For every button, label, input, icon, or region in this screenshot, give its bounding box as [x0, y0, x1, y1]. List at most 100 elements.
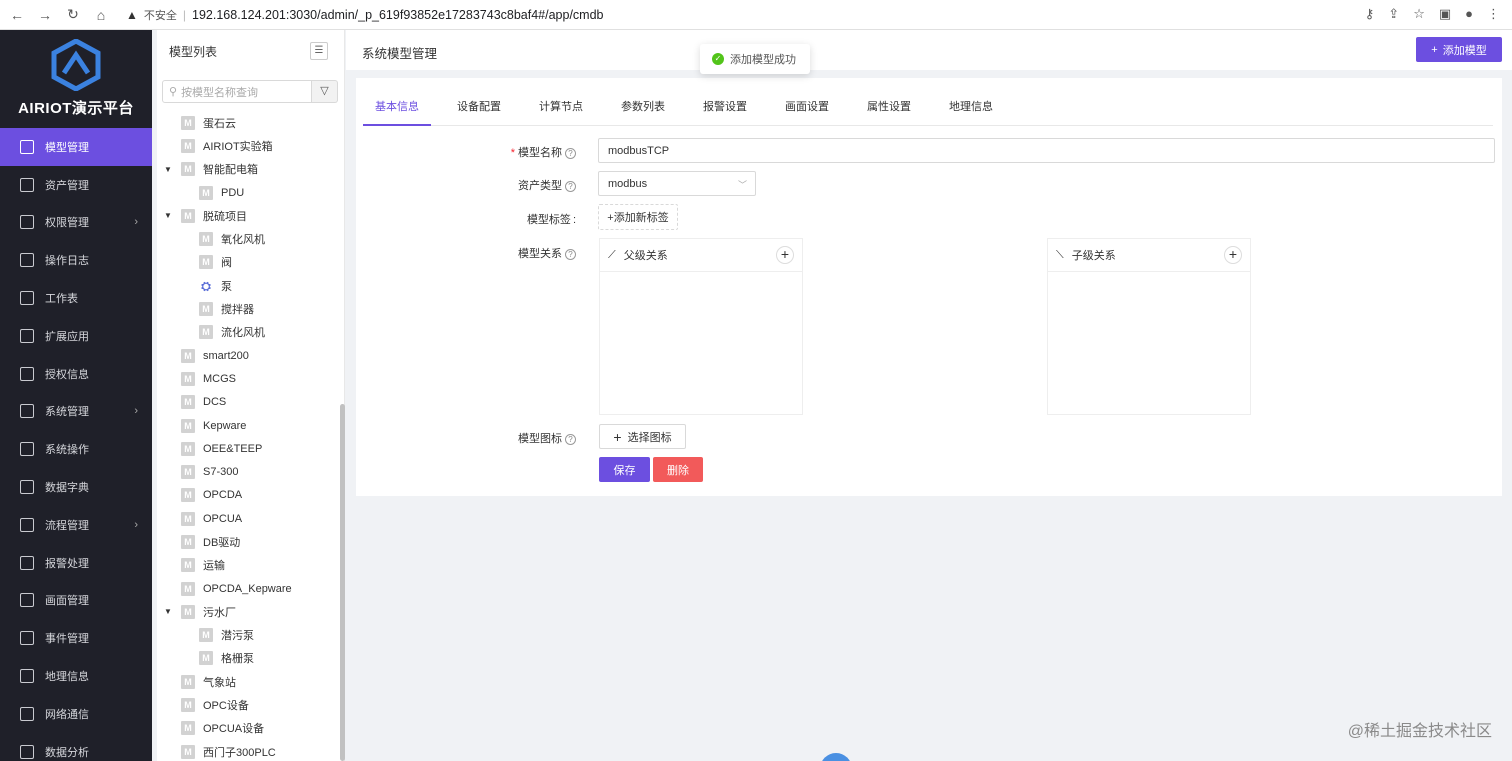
tree-scrollbar[interactable]: [340, 404, 345, 761]
sidebar-item[interactable]: 工作表: [0, 279, 152, 317]
sidebar-item[interactable]: 地理信息: [0, 657, 152, 695]
profile-icon[interactable]: ●: [1465, 6, 1473, 22]
tab[interactable]: 报警设置: [691, 95, 759, 126]
help-icon[interactable]: ?: [565, 181, 576, 192]
tab[interactable]: 设备配置: [445, 95, 513, 126]
caret-down-icon[interactable]: ▼: [164, 165, 172, 174]
select-icon-button[interactable]: + 选择图标: [599, 424, 686, 449]
tree-node[interactable]: Msmart200: [157, 344, 341, 367]
tree-node[interactable]: M 潜污泵: [157, 624, 341, 647]
tree-node[interactable]: ▼ M 智能配电箱: [157, 158, 341, 181]
add-child-button[interactable]: +: [1224, 246, 1242, 264]
sidebar-item[interactable]: 数据字典: [0, 468, 152, 506]
sidebar-item[interactable]: 模型管理: [0, 128, 152, 166]
sidebar-item[interactable]: 事件管理: [0, 619, 152, 657]
tree-node[interactable]: M 流化风机: [157, 321, 341, 344]
save-button[interactable]: 保存: [599, 457, 650, 482]
menu-icon: [20, 706, 34, 721]
model-name-field[interactable]: modbusTCP: [598, 138, 1495, 163]
tree-node[interactable]: M 运输: [157, 554, 341, 577]
help-icon[interactable]: ?: [565, 148, 576, 159]
tree-node[interactable]: ▼ M 污水厂: [157, 600, 341, 623]
page-title: 系统模型管理: [362, 47, 438, 61]
asset-type-select[interactable]: modbus ﹀: [598, 171, 756, 196]
tree-node[interactable]: M Kepware: [157, 414, 341, 437]
reload-icon[interactable]: ↻: [66, 6, 80, 23]
tree-node[interactable]: M OPCUA设备: [157, 717, 341, 740]
tree-node[interactable]: M 搅拌器: [157, 297, 341, 320]
tree-node-label: 阀: [221, 257, 232, 270]
menu-icon: [20, 744, 34, 759]
menu-icon[interactable]: ⋮: [1487, 6, 1500, 22]
delete-button[interactable]: 删除: [653, 457, 703, 482]
tree-node[interactable]: M OPCDA: [157, 484, 341, 507]
back-icon[interactable]: ←: [10, 7, 24, 23]
sidebar-item[interactable]: 权限管理 ›: [0, 204, 152, 242]
share-icon[interactable]: ⇪: [1388, 6, 1399, 22]
star-icon[interactable]: ☆: [1413, 6, 1425, 22]
tree-node[interactable]: M MCGS: [157, 367, 341, 390]
tree-node[interactable]: M OEE&TEEP: [157, 437, 341, 460]
tree-node[interactable]: M 西门子300PLC: [157, 740, 341, 761]
search-input[interactable]: ⚲ 按模型名称查询: [162, 80, 312, 103]
tree-node[interactable]: M S7-300: [157, 460, 341, 483]
add-model-button[interactable]: + 添加模型: [1416, 37, 1502, 62]
tree-node[interactable]: ⛭ 泵: [157, 274, 341, 297]
model-icon: M: [181, 534, 195, 549]
tree-node[interactable]: M 格栅泵: [157, 647, 341, 670]
sidebar-item[interactable]: 画面管理: [0, 582, 152, 620]
tab[interactable]: 属性设置: [855, 95, 923, 126]
sidebar-item[interactable]: 系统操作: [0, 430, 152, 468]
caret-down-icon[interactable]: ▼: [164, 607, 172, 616]
tree-node[interactable]: M AIRIOT实验箱: [157, 134, 341, 157]
tab[interactable]: 参数列表: [609, 95, 677, 126]
add-parent-button[interactable]: +: [776, 246, 794, 264]
forward-icon[interactable]: →: [38, 7, 52, 23]
tab[interactable]: 计算节点: [527, 95, 595, 126]
tab[interactable]: 基本信息: [363, 95, 431, 126]
address-bar[interactable]: ▲ 不安全 | 192.168.124.201:3030/admin/_p_61…: [126, 7, 604, 23]
warning-icon: ▲: [126, 7, 138, 22]
sidebar-item[interactable]: 系统管理 ›: [0, 393, 152, 431]
tree-node[interactable]: M OPC设备: [157, 693, 341, 716]
help-icon[interactable]: ?: [565, 249, 576, 260]
tree-node-label: 蛋石云: [203, 117, 236, 130]
tab[interactable]: 画面设置: [773, 95, 841, 126]
tree-node[interactable]: M OPCDA_Kepware: [157, 577, 341, 600]
tree-node-label: 泵: [221, 280, 232, 293]
sidebar-item[interactable]: 网络通信: [0, 695, 152, 733]
sidebar-item[interactable]: 资产管理: [0, 166, 152, 204]
sidebar-item-label: 系统管理: [45, 406, 89, 419]
tree-node[interactable]: M PDU: [157, 181, 341, 204]
tab[interactable]: 地理信息: [937, 95, 1005, 126]
tree-node[interactable]: M OPCUA: [157, 507, 341, 530]
key-icon[interactable]: ⚷: [1365, 6, 1375, 22]
sidebar-item[interactable]: 流程管理 ›: [0, 506, 152, 544]
sidebar-item[interactable]: 授权信息: [0, 355, 152, 393]
sidebar-item-label: 画面管理: [45, 595, 89, 608]
sidebar-item[interactable]: 数据分析: [0, 733, 152, 761]
sidepanel-icon[interactable]: ▣: [1439, 6, 1451, 22]
model-form-card: 基本信息 设备配置 计算节点 参数列表 报警设置 画面设置 属性设置 地理信息 * 模型名称? …: [356, 78, 1502, 496]
pump-icon: ⛭: [199, 278, 213, 293]
tree-node-label: DB驱动: [203, 536, 241, 549]
home-icon[interactable]: ⌂: [94, 7, 108, 23]
model-icon: M: [181, 698, 195, 713]
tree-node[interactable]: M 蛋石云: [157, 111, 341, 134]
tree-node[interactable]: M 气象站: [157, 670, 341, 693]
add-tag-button[interactable]: +添加新标签: [598, 204, 678, 230]
sidebar-item[interactable]: 扩展应用: [0, 317, 152, 355]
caret-down-icon[interactable]: ▼: [164, 211, 172, 220]
tree-node[interactable]: ▼ M 脱硫项目: [157, 204, 341, 227]
main-content: 系统模型管理 + 添加模型 ✓ 添加模型成功 基本信息 设备配置 计算节点 参数列表报…: [346, 30, 1512, 761]
list-toggle-icon[interactable]: ☰: [310, 42, 328, 60]
tree-node[interactable]: M DB驱动: [157, 530, 341, 553]
help-icon[interactable]: ?: [565, 434, 576, 445]
filter-icon[interactable]: ▽: [312, 80, 338, 103]
tree-node[interactable]: M DCS: [157, 391, 341, 414]
tree-node[interactable]: M 氧化风机: [157, 227, 341, 250]
tree-node-label: Kepware: [203, 419, 247, 432]
tree-node[interactable]: M阀: [157, 251, 341, 274]
sidebar-item[interactable]: 操作日志: [0, 241, 152, 279]
sidebar-item[interactable]: 报警处理: [0, 544, 152, 582]
